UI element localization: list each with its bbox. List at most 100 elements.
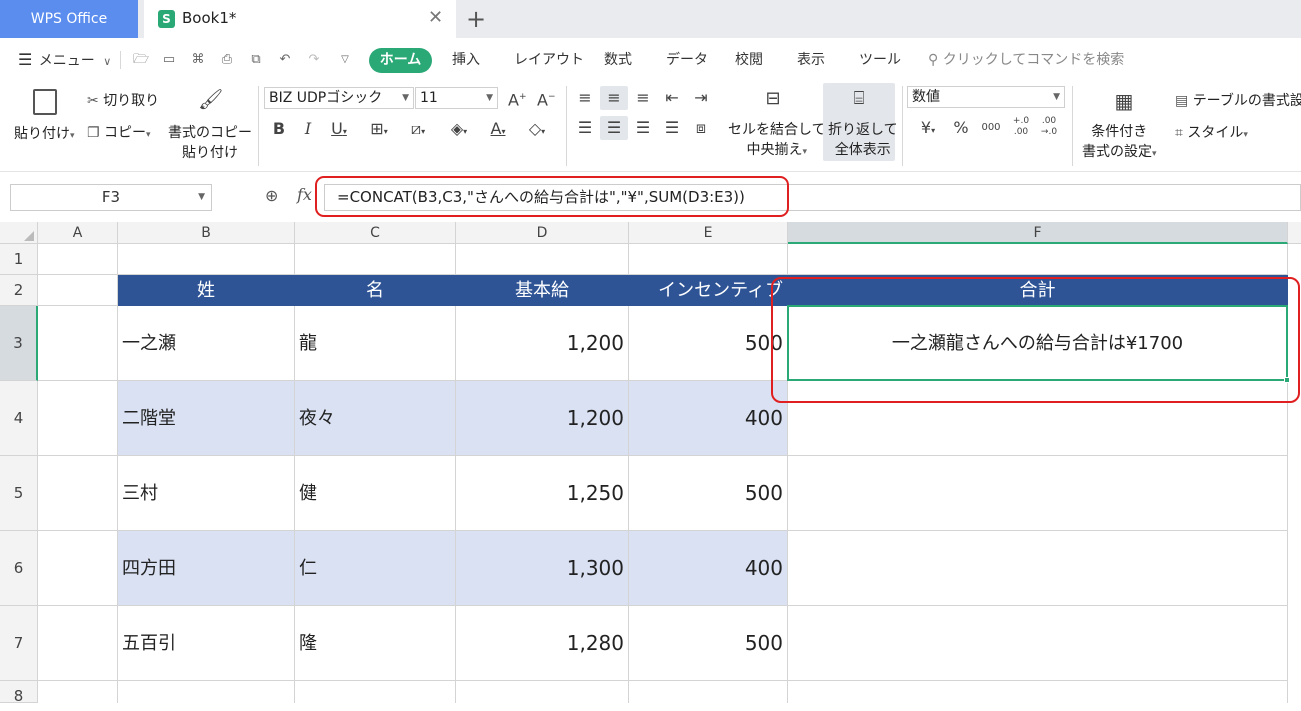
cell-base-salary[interactable]: 1,280 — [456, 606, 629, 681]
cell-base-salary[interactable]: 1,200 — [456, 306, 629, 381]
cell-c8[interactable] — [295, 681, 456, 703]
cell-base-salary[interactable]: 1,200 — [456, 381, 629, 456]
align-bottom-icon[interactable]: ≡ — [634, 89, 652, 107]
column-header-d[interactable]: D — [456, 222, 629, 244]
row-header-3[interactable]: 3 — [0, 306, 38, 381]
wrap-icon[interactable]: ⌸ — [846, 90, 872, 108]
font-name-select[interactable]: BIZ UDPゴシック ▼ — [264, 87, 414, 109]
cell-incentive[interactable]: 400 — [629, 531, 788, 606]
number-format-select[interactable]: 数値 ▼ — [907, 86, 1065, 108]
currency-icon[interactable]: ¥▾ — [913, 119, 943, 140]
fill-color-icon[interactable]: ◈▾ — [444, 120, 474, 141]
cell-a2[interactable] — [38, 275, 118, 306]
row-header-4[interactable]: 4 — [0, 381, 38, 456]
increase-font-icon[interactable]: A+ — [508, 88, 527, 109]
tab-data[interactable]: データ — [666, 38, 708, 82]
tab-tools[interactable]: ツール — [859, 38, 901, 82]
cell-total[interactable] — [788, 456, 1288, 531]
column-header-a[interactable]: A — [38, 222, 118, 244]
cell-f1[interactable] — [788, 244, 1288, 275]
tab-view[interactable]: 表示 — [797, 38, 825, 82]
cell-a3[interactable] — [38, 306, 118, 381]
row-header-7[interactable]: 7 — [0, 606, 38, 681]
name-box[interactable]: F3 ▼ — [10, 184, 212, 211]
column-header-e[interactable]: E — [629, 222, 788, 244]
eraser-icon[interactable]: ◇▾ — [522, 120, 552, 141]
cell-a4[interactable] — [38, 381, 118, 456]
cell-a7[interactable] — [38, 606, 118, 681]
cell-e1[interactable] — [629, 244, 788, 275]
cell-incentive[interactable]: 500 — [629, 306, 788, 381]
underline-icon[interactable]: U▾ — [328, 120, 350, 141]
cell-first-name[interactable]: 夜々 — [295, 381, 456, 456]
row-header-5[interactable]: 5 — [0, 456, 38, 531]
cell-last-name[interactable]: 四方田 — [118, 531, 295, 606]
cell-incentive[interactable]: 500 — [629, 456, 788, 531]
cell-first-name[interactable]: 龍 — [295, 306, 456, 381]
style-button[interactable]: ⌗ スタイル▾ — [1175, 122, 1248, 142]
font-color-icon[interactable]: A▾ — [483, 120, 513, 141]
customize-dropdown-icon[interactable]: ▽ — [336, 52, 354, 68]
print-preview-icon[interactable]: ⧉ — [247, 52, 265, 68]
align-top-icon[interactable]: ≡ — [576, 89, 594, 107]
zoom-icon[interactable]: ⊕ — [265, 186, 278, 205]
cell-total[interactable] — [788, 606, 1288, 681]
cell-last-name[interactable]: 一之瀬 — [118, 306, 295, 381]
table-format-button[interactable]: ▤ テーブルの書式設定 — [1175, 90, 1301, 110]
print-icon[interactable]: ⎙ — [218, 52, 236, 68]
main-menu-button[interactable]: ☰ メニュー ∨ — [18, 38, 111, 82]
header-first-name[interactable]: 名 — [295, 275, 456, 306]
cell-last-name[interactable]: 三村 — [118, 456, 295, 531]
align-center-icon[interactable]: ☰ — [605, 119, 623, 137]
distributed-icon[interactable]: ⧈ — [692, 119, 710, 137]
decrease-font-icon[interactable]: A− — [537, 88, 556, 109]
cell-base-salary[interactable]: 1,300 — [456, 531, 629, 606]
select-all-corner[interactable] — [0, 222, 38, 244]
decrease-decimal-icon[interactable]: .00 →.0 — [1038, 116, 1060, 138]
cell-f8[interactable] — [788, 681, 1288, 703]
row-header-6[interactable]: 6 — [0, 531, 38, 606]
align-left-icon[interactable]: ☰ — [576, 119, 594, 137]
cell-e8[interactable] — [629, 681, 788, 703]
cell-d8[interactable] — [456, 681, 629, 703]
cell-a1[interactable] — [38, 244, 118, 275]
cell-last-name[interactable]: 五百引 — [118, 606, 295, 681]
tab-formulas[interactable]: 数式 — [604, 38, 632, 82]
cell-first-name[interactable]: 隆 — [295, 606, 456, 681]
column-header-b[interactable]: B — [118, 222, 295, 244]
column-header-f[interactable]: F — [788, 222, 1288, 244]
paste-icon[interactable] — [33, 89, 57, 115]
tab-review[interactable]: 校閲 — [735, 38, 763, 82]
fx-icon[interactable]: fx — [297, 185, 312, 204]
conditional-format-icon[interactable]: ▦ — [1111, 91, 1137, 111]
cell-b1[interactable] — [118, 244, 295, 275]
open-icon[interactable]: 🗁 — [132, 52, 150, 68]
bold-icon[interactable]: B — [271, 120, 287, 138]
increase-decimal-icon[interactable]: +.0.00 — [1010, 116, 1032, 138]
percent-button[interactable]: % — [952, 119, 970, 137]
workbook-tab[interactable]: S Book1* ✕ — [144, 0, 456, 38]
wrap-text-button[interactable]: 折り返して 全体表示 — [828, 120, 898, 160]
header-last-name[interactable]: 姓 — [118, 275, 295, 306]
cell-first-name[interactable]: 健 — [295, 456, 456, 531]
italic-icon[interactable]: I — [300, 120, 316, 138]
increase-indent-icon[interactable]: ⇥ — [692, 89, 710, 107]
cell-d1[interactable] — [456, 244, 629, 275]
merge-center-button[interactable]: セルを結合して 中央揃え▾ — [728, 120, 826, 162]
cell-style-icon[interactable]: ⧄▾ — [405, 120, 431, 141]
cell-total[interactable] — [788, 531, 1288, 606]
redo-icon[interactable]: ↷ — [305, 52, 323, 68]
cut-button[interactable]: ✂ 切り取り — [87, 90, 159, 110]
border-icon[interactable]: ⊞▾ — [366, 120, 392, 141]
conditional-format-button[interactable]: 条件付き 書式の設定▾ — [1082, 122, 1157, 164]
close-tab-icon[interactable]: ✕ — [428, 7, 443, 28]
comma-style-icon[interactable]: 000 — [980, 119, 1002, 137]
cell-c1[interactable] — [295, 244, 456, 275]
row-header-8[interactable]: 8 — [0, 681, 38, 705]
header-incentive[interactable]: インセンティブ — [629, 275, 788, 306]
copy-button[interactable]: ❐ コピー▾ — [87, 122, 151, 142]
row-header-1[interactable]: 1 — [0, 244, 38, 275]
row-header-2[interactable]: 2 — [0, 275, 38, 306]
format-painter-icon[interactable]: ⌘ — [189, 52, 207, 68]
font-size-select[interactable]: 11 ▼ — [415, 87, 498, 109]
